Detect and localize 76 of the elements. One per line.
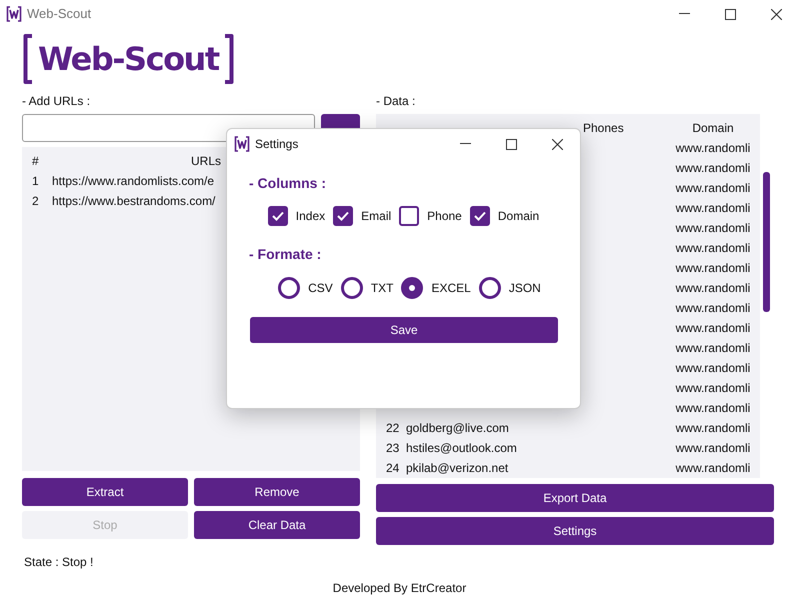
logo-bracket-icon [22,34,34,84]
row-number: 24 [386,461,400,475]
column-header: # [32,154,39,168]
row-number: 2 [32,194,39,208]
domain-cell: www.randomli [676,201,750,215]
domain-cell: www.randomli [676,341,750,355]
domain-cell: www.randomli [676,381,750,395]
domain-cell: www.randomli [676,241,750,255]
window-title: Web-Scout [27,5,92,24]
domain-cell: www.randomli [676,181,750,195]
checkmark-icon [474,211,486,221]
action-button[interactable]: Remove [194,478,360,506]
logo-text: Web-Scout [37,39,220,80]
scrollbar-thumb[interactable] [763,172,770,312]
section-label: - Add URLs : [22,93,92,110]
action-button[interactable]: Extract [22,478,188,506]
column-header: Domain [692,121,734,135]
radio-button[interactable] [401,277,424,299]
domain-cell: www.randomli [676,261,750,275]
email-cell: goldberg@live.com [406,421,509,435]
email-cell: pkilab@verizon.net [406,461,508,475]
domain-cell: www.randomli [676,361,750,375]
checkbox-label: Domain [498,208,540,225]
domain-cell: www.randomli [676,321,750,335]
url-cell: https://www.randomlists.com/e [52,174,214,188]
app-icon [234,136,250,152]
section-heading: - Formate : [249,246,322,262]
column-header: URLs [190,154,221,168]
checkbox-label: Email [361,208,392,225]
section-label: - Data : [376,93,416,110]
domain-cell: www.randomli [676,281,750,295]
action-button[interactable]: Clear Data [194,511,360,539]
section-heading: - Columns : [249,175,326,191]
status-text: State : Stop ! [24,554,94,571]
column-header: Phones [583,121,624,135]
radio-label: EXCEL [431,280,471,297]
save-button[interactable]: Save [250,317,558,343]
domain-cell: www.randomli [676,161,750,175]
domain-cell: www.randomli [676,221,750,235]
radio-label: CSV [308,280,333,297]
checkbox[interactable] [268,206,288,226]
domain-cell: www.randomli [676,441,750,455]
checkbox[interactable] [470,206,490,226]
checkbox-label: Index [296,208,326,225]
maximize-icon[interactable] [506,138,516,150]
checkbox[interactable] [333,206,354,226]
domain-cell: www.randomli [676,401,750,415]
logo-bracket-icon [222,34,235,84]
minimize-icon[interactable] [678,13,690,15]
app-icon [6,6,22,22]
radio-label: TXT [370,280,394,297]
close-icon[interactable] [552,138,562,150]
dialog-title: Settings [255,136,298,153]
checkmark-icon [337,211,350,221]
minimize-icon[interactable] [460,143,470,145]
row-number: 23 [386,441,400,455]
radio-label: JSON [508,280,541,297]
domain-cell: www.randomli [676,421,750,435]
action-button[interactable]: Settings [376,517,774,545]
action-button[interactable]: Export Data [376,484,774,512]
checkmark-icon [272,211,284,221]
url-cell: https://www.bestrandoms.com/ [52,194,216,208]
domain-cell: www.randomli [676,461,750,475]
domain-cell: www.randomli [676,301,750,315]
checkbox-label: Phone [427,208,462,225]
radio-button[interactable] [340,277,363,299]
maximize-icon[interactable] [724,8,736,20]
radio-button[interactable] [278,277,300,299]
row-number: 1 [32,174,39,188]
checkbox[interactable] [399,206,420,226]
footer-credit: Developed By EtrCreator [332,581,466,595]
domain-cell: www.randomli [676,141,750,155]
row-number: 22 [386,421,400,435]
close-icon[interactable] [770,8,782,20]
email-cell: hstiles@outlook.com [406,441,517,455]
radio-button[interactable] [478,277,501,299]
